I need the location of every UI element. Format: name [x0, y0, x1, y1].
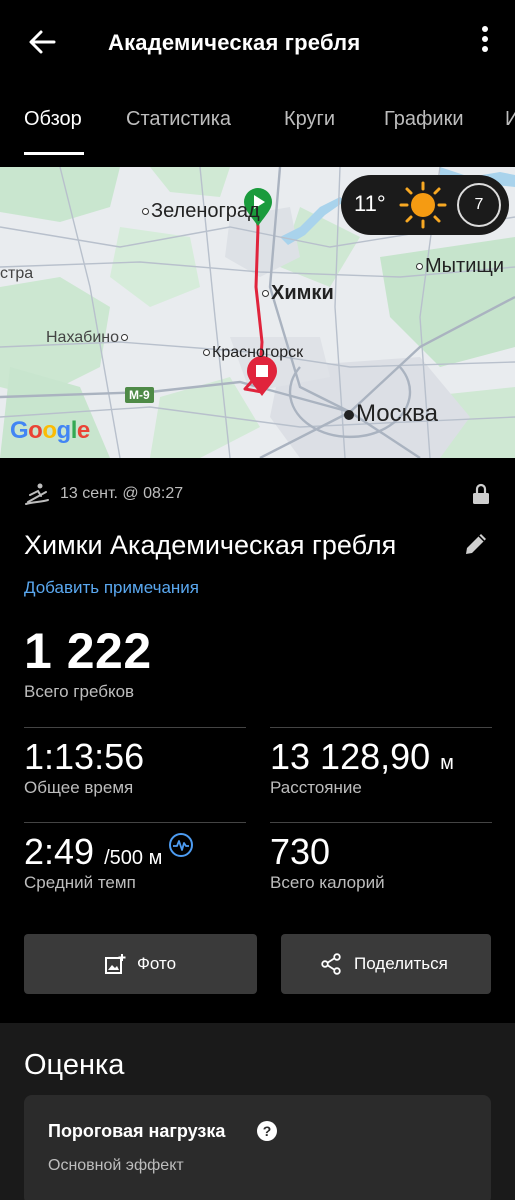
- map-label-mytishchi: Мытищи: [416, 255, 504, 278]
- add-photo-icon: [105, 954, 126, 974]
- stat-avg-pace: 2:49 /500 м Средний темп: [24, 822, 246, 912]
- map-label-zelenograd: Зеленоград: [142, 200, 260, 223]
- share-icon: [321, 953, 341, 975]
- map-label-nakhabino: Нахабино: [46, 329, 130, 347]
- total-strokes-label: Всего гребков: [24, 682, 135, 701]
- more-options-icon[interactable]: [477, 26, 493, 60]
- photo-button[interactable]: Фото: [24, 934, 257, 994]
- rowing-icon: [25, 483, 49, 505]
- app-bar: Академическая гребля: [0, 0, 515, 86]
- activity-meta: 13 сент. @ 08:27: [24, 482, 494, 508]
- route-map[interactable]: Зеленоград Мытищи Химки Нахабино Красног…: [0, 167, 515, 458]
- stat-distance: 13 128,90 м Расстояние: [270, 727, 492, 817]
- pace-info-icon[interactable]: [168, 832, 194, 858]
- page-title: Академическая гребля: [108, 30, 361, 55]
- edit-pencil-icon[interactable]: [462, 530, 490, 558]
- tab-bar: Обзор Статистика Круги Графики И: [0, 100, 515, 160]
- stat-total-time: 1:13:56 Общее время: [24, 727, 246, 817]
- total-strokes-value: 1 222: [24, 623, 152, 679]
- threshold-load-card[interactable]: Пороговая нагрузка ? Основной эффект: [24, 1095, 491, 1200]
- add-notes-link[interactable]: Добавить примечания: [24, 578, 199, 598]
- help-icon[interactable]: ?: [257, 1121, 277, 1141]
- tab-charts[interactable]: Графики: [384, 108, 464, 131]
- uv-index-badge: 7: [457, 183, 501, 227]
- activity-title: Химки Академическая гребля: [24, 530, 397, 560]
- active-tab-indicator: [24, 152, 84, 155]
- assessment-heading: Оценка: [24, 1049, 125, 1081]
- sun-icon: [399, 181, 447, 229]
- google-logo: Google: [10, 417, 90, 444]
- map-label-khimki: Химки: [262, 282, 334, 305]
- road-sign-m9: M-9: [125, 387, 154, 403]
- map-label-moscow: Москва: [344, 400, 438, 428]
- assessment-section: Оценка Пороговая нагрузка ? Основной эфф…: [0, 1023, 515, 1200]
- lock-icon[interactable]: [472, 483, 490, 505]
- share-button[interactable]: Поделиться: [281, 934, 491, 994]
- map-label-stra: стра: [0, 265, 34, 282]
- tab-statistics[interactable]: Статистика: [126, 108, 231, 131]
- back-arrow-icon[interactable]: [26, 26, 58, 58]
- card-title: Пороговая нагрузка: [48, 1121, 226, 1141]
- map-label-krasnogorsk: Красногорск: [203, 344, 303, 362]
- tab-laps[interactable]: Круги: [284, 108, 335, 131]
- weather-widget: 11° 7: [341, 175, 509, 235]
- tab-overview[interactable]: Обзор: [24, 108, 82, 131]
- stat-calories: 730 Всего калорий: [270, 822, 492, 912]
- temperature: 11°: [354, 191, 386, 216]
- activity-date: 13 сент. @ 08:27: [60, 485, 184, 502]
- card-subtitle: Основной эффект: [48, 1157, 184, 1174]
- tab-more-truncated[interactable]: И: [505, 108, 515, 131]
